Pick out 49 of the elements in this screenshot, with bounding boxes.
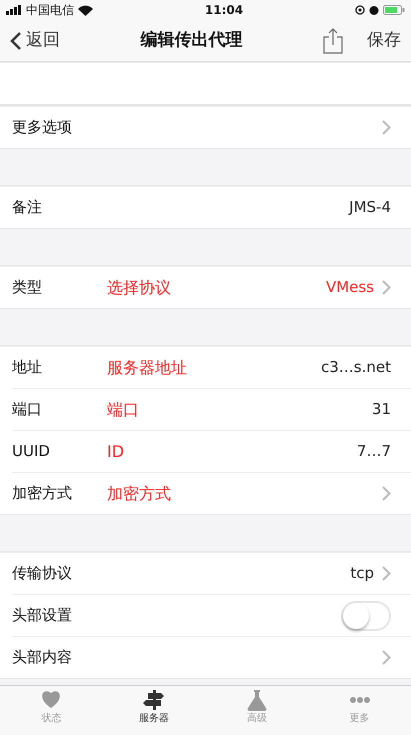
annotation-text: 端口 — [107, 398, 139, 420]
row-label: 地址 — [12, 357, 43, 378]
alarm-icon — [368, 5, 379, 15]
settings-row[interactable]: 头部内容 — [12, 636, 411, 678]
row-label: 头部内容 — [12, 647, 73, 668]
carrier-name: 中国电信 — [26, 2, 74, 19]
annotation-text: 服务器地址 — [107, 356, 187, 378]
chevron-icon — [382, 486, 391, 501]
settings-row[interactable]: 类型 选择协议 VMess — [0, 266, 411, 308]
more-icon — [348, 696, 371, 704]
settings-row[interactable]: 加密方式 加密方式 — [12, 472, 411, 514]
row-label: 传输协议 — [12, 563, 73, 584]
row-value: JMS-4 — [349, 197, 391, 218]
signal-icon — [6, 5, 22, 15]
flask-icon — [246, 689, 268, 711]
lock-rotation-icon — [354, 5, 365, 15]
row-value: 31 — [372, 399, 391, 420]
share-icon[interactable] — [323, 28, 343, 54]
toggle-switch[interactable] — [341, 600, 391, 630]
settings-row[interactable]: 更多选项 — [0, 106, 411, 148]
row-value: tcp — [350, 563, 374, 584]
page-title: 编辑传出代理 — [140, 30, 242, 50]
back-button[interactable]: 返回 — [10, 28, 60, 54]
signpost-icon — [143, 689, 166, 711]
tab-item[interactable]: 服务器 — [102, 686, 206, 735]
row-label: 更多选项 — [12, 117, 73, 138]
clock: 11:04 — [204, 2, 244, 19]
chevron-icon — [382, 566, 391, 581]
battery-icon — [382, 5, 405, 15]
row-label: 加密方式 — [12, 483, 73, 504]
row-value: c3…s.net — [321, 357, 391, 378]
row-label: 头部设置 — [12, 605, 73, 626]
row-label: 端口 — [12, 399, 43, 420]
annotation-text: 加密方式 — [107, 482, 171, 504]
row-label: 备注 — [12, 197, 43, 218]
chevron-icon — [382, 650, 391, 665]
row-value: VMess — [326, 277, 374, 298]
save-button[interactable]: 保存 — [367, 28, 401, 54]
wifi-icon — [78, 4, 93, 16]
annotation-text: ID — [107, 440, 124, 462]
heart-icon — [40, 689, 62, 711]
settings-row[interactable]: 传输协议 tcp — [0, 552, 411, 594]
row-value: 7…7 — [356, 441, 391, 462]
chevron-icon — [382, 280, 391, 295]
row-label: UUID — [12, 441, 51, 462]
annotation-text: 选择协议 — [107, 276, 171, 298]
row-label: 类型 — [12, 277, 43, 298]
chevron-icon — [10, 30, 22, 50]
chevron-icon — [382, 120, 391, 135]
